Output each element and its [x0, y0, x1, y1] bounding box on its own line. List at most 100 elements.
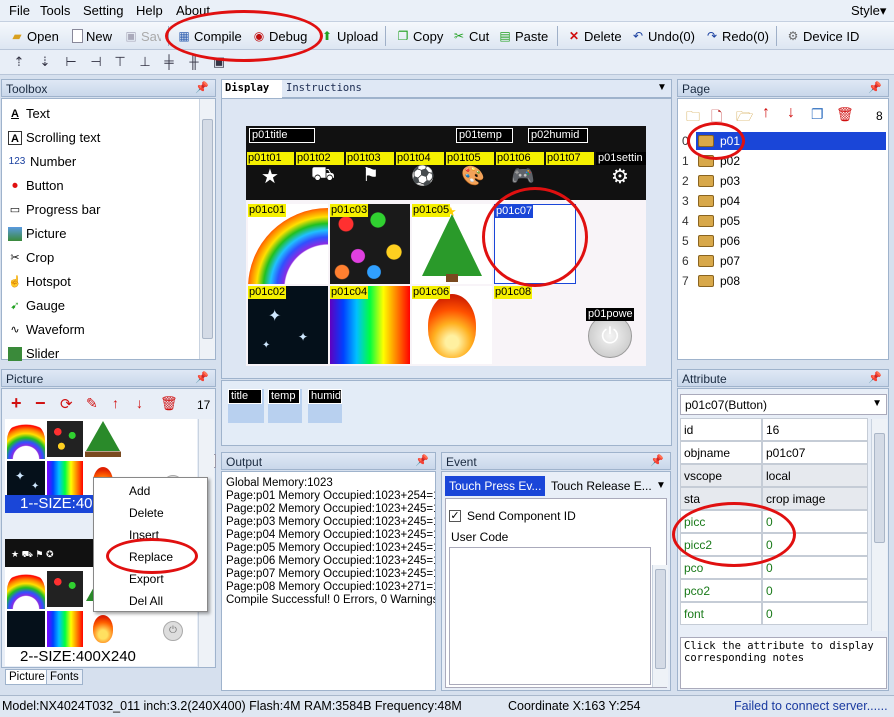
attr-key-objname[interactable]: objname [680, 441, 762, 464]
copy-page-icon[interactable]: ❐ [811, 106, 824, 123]
cut-icon: ✂ [453, 29, 465, 43]
label-humid[interactable]: p02humid [528, 128, 588, 143]
trash-icon[interactable]: 🗑 [836, 106, 854, 123]
toolbox-item-crop[interactable]: ✂ Crop [8, 250, 54, 265]
user-code-editor[interactable] [449, 547, 651, 685]
delete-button[interactable]: ✕ Delete [567, 26, 622, 46]
dropdown-arrow-icon[interactable]: ▼ [656, 480, 666, 491]
cut-button[interactable]: ✂ Cut [452, 26, 489, 46]
event-scrollbar[interactable] [652, 565, 668, 687]
add-icon[interactable]: + [11, 394, 22, 412]
undo-button[interactable]: ↶ Undo(0) [631, 26, 695, 46]
menu-item-add[interactable]: Add [129, 484, 150, 498]
toolbox-item-scrolling-text[interactable]: A Scrolling text [8, 130, 100, 145]
page-item-p04[interactable]: 3 p04 [682, 194, 740, 208]
menu-setting[interactable]: Setting [83, 3, 123, 18]
toolbox-item-button[interactable]: ⏺ Button [8, 178, 63, 193]
page-item-p08[interactable]: 7 p08 [682, 274, 740, 288]
send-id-checkbox[interactable]: ✓ [449, 510, 461, 522]
tab-fonts[interactable]: Fonts [46, 669, 83, 685]
pin-icon[interactable]: 📌 [868, 81, 882, 94]
align-bottom-edge-icon[interactable]: ⊥ [138, 55, 152, 69]
edit-icon[interactable]: ✎ [86, 395, 98, 412]
component-humid[interactable]: humid [308, 389, 342, 423]
toolbox-item-progress-bar[interactable]: ▭ Progress bar [8, 202, 101, 217]
attr-key-pco2[interactable]: pco2 [680, 579, 762, 602]
attr-key-id[interactable]: id [680, 418, 762, 441]
toolbox-item-slider[interactable]: Slider [8, 346, 59, 361]
attr-key-font[interactable]: font [680, 602, 762, 625]
paste-button[interactable]: ▤ Paste [498, 26, 548, 46]
page-item-p03[interactable]: 2 p03 [682, 174, 740, 188]
pin-icon[interactable]: 📌 [415, 454, 429, 467]
menu-item-del-all[interactable]: Del All [129, 594, 163, 608]
tab-touch-release[interactable]: Touch Release E... [548, 476, 658, 496]
display-tabbar: Display Instructions ▼ [221, 79, 672, 98]
center-vertical-icon[interactable]: ╪ [162, 55, 176, 69]
toolbox-item-gauge[interactable]: ➹ Gauge [8, 298, 65, 313]
menu-file[interactable]: File [9, 3, 30, 18]
attribute-scrollbar[interactable] [871, 419, 887, 631]
toolbox-item-number[interactable]: 123 Number [8, 154, 77, 169]
device-id-button[interactable]: ⚙ Device ID [786, 26, 860, 46]
toolbox-item-picture[interactable]: Picture [8, 226, 66, 241]
pin-icon[interactable]: 📌 [195, 81, 209, 94]
menu-tools[interactable]: Tools [40, 3, 70, 18]
component-selector[interactable]: p01c07(Button) ▼ [680, 394, 887, 415]
toolbox-item-hotspot[interactable]: ☝ Hotspot [8, 274, 71, 289]
menu-help[interactable]: Help [136, 3, 163, 18]
new-button[interactable]: New [72, 26, 112, 46]
attr-value-pco[interactable]: 0 [762, 556, 868, 579]
menu-item-export[interactable]: Export [129, 572, 164, 586]
pin-icon[interactable]: 📌 [868, 371, 882, 384]
align-bottom-icon[interactable]: ⇣ [38, 55, 52, 69]
align-right-icon[interactable]: ⊣ [89, 55, 103, 69]
copy-button[interactable]: ❐ Copy [396, 26, 444, 46]
move-up-icon[interactable]: ↑ [112, 395, 119, 411]
attr-value-vscope[interactable]: local [762, 464, 868, 487]
refresh-icon[interactable]: ⟳ [60, 395, 73, 413]
pin-icon[interactable]: 📌 [650, 454, 664, 467]
import-page-icon[interactable]: 🗁 [736, 106, 753, 130]
page-item-p05[interactable]: 4 p05 [682, 214, 740, 228]
menu-item-delete[interactable]: Delete [129, 506, 164, 520]
output-line: Page:p04 Memory Occupied:1023+245=12 [226, 529, 436, 541]
attr-value-objname[interactable]: p01c07 [762, 441, 868, 464]
page-item-p06[interactable]: 5 p06 [682, 234, 740, 248]
align-top-edge-icon[interactable]: ⊤ [113, 55, 127, 69]
tab-touch-press[interactable]: Touch Press Ev... [445, 476, 545, 496]
dropdown-arrow-icon[interactable]: ▼ [657, 82, 667, 93]
label-title[interactable]: p01title [249, 128, 315, 143]
toolbox-item-waveform[interactable]: ∿ Waveform [8, 322, 84, 337]
align-left-icon[interactable]: ⊢ [64, 55, 78, 69]
move-up-icon[interactable]: ↑ [762, 104, 770, 122]
move-down-icon[interactable]: ↓ [136, 395, 143, 411]
remove-icon[interactable]: − [35, 394, 46, 412]
attr-key-vscope[interactable]: vscope [680, 464, 762, 487]
attr-value-font[interactable]: 0 [762, 602, 868, 625]
open-button[interactable]: ▰ Open [10, 26, 58, 46]
pin-icon[interactable]: 📌 [195, 371, 209, 384]
attr-value-id[interactable]: 16 [762, 418, 868, 441]
move-down-icon[interactable]: ↓ [787, 104, 795, 122]
cell-label-p01c03: p01c03 [330, 204, 369, 217]
tab-label-t07[interactable]: p01t07 [546, 152, 594, 165]
menu-style[interactable]: Style▾ [851, 3, 886, 19]
align-top-icon[interactable]: ⇡ [12, 55, 26, 69]
new-file-icon [72, 29, 83, 43]
save-button[interactable]: ▣Save [124, 26, 161, 46]
attr-value-sta[interactable]: crop image [762, 487, 868, 510]
trash-icon[interactable]: 🗑 [160, 395, 178, 412]
label-temp[interactable]: p01temp [456, 128, 513, 143]
attr-value-pco2[interactable]: 0 [762, 579, 868, 602]
toolbox-scrollbar[interactable] [199, 99, 215, 359]
tab-picture[interactable]: Picture [5, 669, 49, 685]
redo-button[interactable]: ↷ Redo(0) [705, 26, 769, 46]
page-item-p07[interactable]: 6 p07 [682, 254, 740, 268]
component-temp[interactable]: temp [268, 389, 302, 423]
toolbox-item-text[interactable]: A Text [8, 106, 50, 121]
tab-instructions[interactable]: Instructions [286, 82, 362, 94]
component-title[interactable]: title [228, 389, 264, 423]
upload-button[interactable]: ⬆ Upload [320, 26, 378, 46]
tab-display[interactable]: Display [222, 80, 282, 98]
